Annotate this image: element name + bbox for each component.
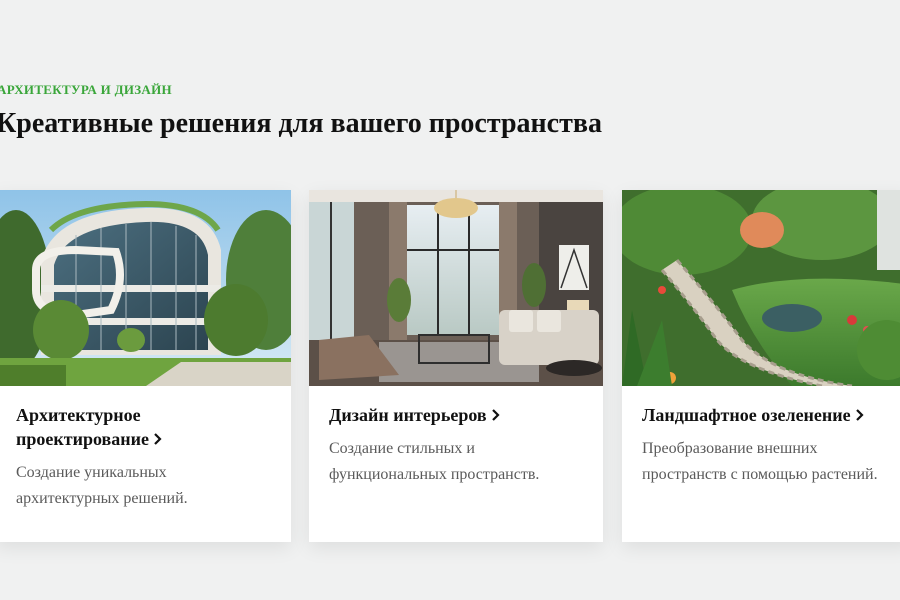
chevron-right-icon: [491, 404, 501, 428]
card-description: Создание стильных и функциональных прост…: [329, 440, 540, 483]
card-description: Создание уникальных архитектурных решени…: [16, 464, 188, 507]
card-title-text: Ландшафтное озеленение: [642, 405, 851, 425]
service-card-interior[interactable]: Дизайн интерьеров Создание стильных и фу…: [309, 190, 603, 542]
service-card-landscape[interactable]: Ландшафтное озеленение Преобразование вн…: [622, 190, 900, 542]
card-title[interactable]: Архитектурное проектирование: [16, 403, 271, 452]
card-description: Преобразование внешних пространств с пом…: [642, 440, 878, 483]
living-room-interior-photo: [309, 190, 603, 386]
garden-path-landscape-photo: [622, 190, 900, 386]
modern-green-building-photo: [0, 190, 291, 386]
services-section: АРХИТЕКТУРА И ДИЗАЙН Креативные решения …: [0, 0, 900, 600]
card-title[interactable]: Ландшафтное озеленение: [642, 403, 892, 428]
card-title[interactable]: Дизайн интерьеров: [329, 403, 583, 428]
chevron-right-icon: [855, 404, 865, 428]
section-eyebrow: АРХИТЕКТУРА И ДИЗАЙН: [0, 82, 172, 97]
card-title-text: Дизайн интерьеров: [329, 405, 487, 425]
section-heading: Креативные решения для вашего пространст…: [0, 108, 602, 139]
service-card-architecture[interactable]: Архитектурное проектирование Создание ун…: [0, 190, 291, 542]
chevron-right-icon: [153, 428, 163, 452]
card-title-text: Архитектурное проектирование: [16, 405, 149, 449]
